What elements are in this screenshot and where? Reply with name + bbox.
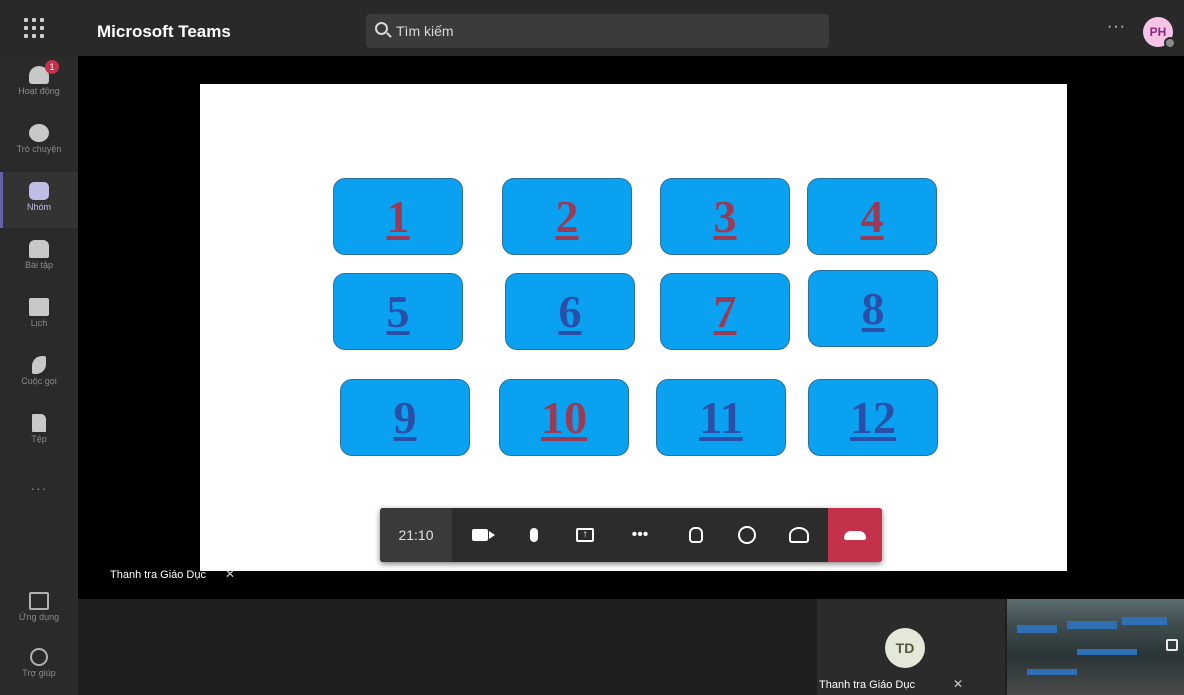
- shared-slide: 1 2 3 4 5 6 7 8 9 10 11 12: [200, 84, 1067, 571]
- teams-app: Microsoft Teams Tìm kiếm ··· PH 1 Hoạt đ…: [0, 0, 1184, 695]
- rail-item-calendar[interactable]: Lịch: [0, 288, 78, 344]
- self-video[interactable]: [1007, 599, 1184, 695]
- number-tile[interactable]: 8: [808, 270, 938, 347]
- mic-off-icon: ✕: [225, 567, 236, 581]
- number-tile[interactable]: 7: [660, 273, 790, 350]
- camera-icon: [472, 529, 495, 541]
- tile-number: 3: [713, 191, 737, 242]
- participants-icon: [789, 527, 809, 543]
- rail-item-label: Trò chuyện: [16, 144, 62, 154]
- rail-item-apps[interactable]: Ứng dụng: [0, 582, 78, 638]
- share-button[interactable]: ↑: [567, 508, 603, 562]
- tile-number: 9: [393, 392, 417, 443]
- video-content: [1122, 617, 1167, 625]
- tile-number: 2: [555, 191, 579, 242]
- tile-number: 10: [541, 392, 587, 443]
- file-icon: [32, 414, 46, 432]
- mic-off-icon: ✕: [953, 677, 964, 691]
- rail-item-activity[interactable]: 1 Hoạt động: [0, 56, 78, 112]
- tile-number: 1: [386, 191, 410, 242]
- participant-avatar: TD: [885, 628, 925, 668]
- number-tile[interactable]: 4: [807, 178, 937, 255]
- number-tile[interactable]: 1: [333, 178, 463, 255]
- app-title: Microsoft Teams: [97, 22, 231, 41]
- more-options-button[interactable]: ···: [1107, 18, 1126, 36]
- teams-icon: [29, 182, 49, 200]
- number-tile[interactable]: 9: [340, 379, 470, 456]
- rail-item-label: Tệp: [31, 434, 47, 444]
- rail-item-label: Cuộc gọi: [21, 376, 57, 386]
- more-apps-button[interactable]: ···: [0, 480, 78, 496]
- participant-tile[interactable]: TD Thanh tra Giáo Dục ✕: [817, 599, 1005, 695]
- rail-item-label: Trợ giúp: [22, 668, 56, 678]
- call-timer: 21:10: [380, 508, 452, 562]
- participant-name: Thanh tra Giáo Dục: [819, 679, 915, 691]
- top-bar: Microsoft Teams Tìm kiếm ··· PH: [0, 0, 1184, 56]
- rail-item-help[interactable]: Trợ giúp: [0, 638, 78, 694]
- tile-number: 5: [386, 286, 410, 337]
- tile-number: 12: [850, 392, 896, 443]
- phone-icon: [32, 356, 46, 374]
- share-screen-icon: ↑: [576, 528, 594, 542]
- microphone-icon: [530, 528, 538, 542]
- video-options-icon[interactable]: [1166, 639, 1178, 651]
- video-content: [1027, 669, 1077, 675]
- user-avatar[interactable]: PH: [1143, 17, 1176, 49]
- tile-number: 7: [713, 286, 737, 337]
- rail-item-label: Ứng dụng: [18, 612, 60, 622]
- search-input[interactable]: Tìm kiếm: [366, 14, 829, 48]
- presenter-name: Thanh tra Giáo Dục: [110, 569, 206, 581]
- number-tile[interactable]: 11: [656, 379, 786, 456]
- video-content: [1017, 625, 1057, 633]
- raise-hand-icon: [689, 527, 703, 543]
- assignments-icon: [29, 240, 49, 258]
- rail-item-teams[interactable]: Nhóm: [0, 172, 78, 228]
- more-icon: •••: [631, 526, 649, 543]
- number-tile[interactable]: 3: [660, 178, 790, 255]
- participants-button[interactable]: [781, 508, 817, 562]
- rail-item-label: Bài tập: [24, 260, 54, 270]
- rail-item-label: Lịch: [30, 318, 48, 328]
- rail-item-assignments[interactable]: Bài tập: [0, 230, 78, 286]
- chat-icon: [29, 124, 49, 142]
- tile-number: 6: [558, 286, 582, 337]
- rail-item-chat[interactable]: Trò chuyện: [0, 114, 78, 170]
- status-icon: [1164, 37, 1176, 49]
- tile-number: 4: [860, 191, 884, 242]
- rail-item-calls[interactable]: Cuộc gọi: [0, 346, 78, 402]
- number-tile[interactable]: 2: [502, 178, 632, 255]
- number-tile[interactable]: 12: [808, 379, 938, 456]
- app-launcher-icon[interactable]: [22, 16, 46, 40]
- rail-item-label: Hoạt động: [18, 86, 60, 96]
- number-tile[interactable]: 5: [333, 273, 463, 350]
- more-actions-button[interactable]: •••: [622, 508, 658, 562]
- participant-strip: TD Thanh tra Giáo Dục ✕: [78, 599, 1184, 695]
- search-placeholder: Tìm kiếm: [396, 23, 454, 39]
- video-content: [1077, 649, 1137, 655]
- chat-button[interactable]: [729, 508, 765, 562]
- apps-icon: [29, 592, 49, 610]
- hang-up-button[interactable]: [828, 508, 882, 562]
- tile-number: 8: [861, 283, 885, 334]
- avatar-initials: PH: [1149, 25, 1167, 39]
- calendar-icon: [29, 298, 49, 316]
- tile-number: 11: [699, 392, 743, 443]
- notification-badge: 1: [45, 60, 59, 74]
- app-bar: 1 Hoạt động Trò chuyện Nhóm Bài tập Lịch…: [0, 56, 78, 695]
- video-content: [1067, 621, 1117, 629]
- camera-button[interactable]: [462, 508, 498, 562]
- chat-icon: [738, 526, 756, 544]
- raise-hand-button[interactable]: [678, 508, 714, 562]
- rail-item-files[interactable]: Tệp: [0, 404, 78, 460]
- mic-button[interactable]: [516, 508, 552, 562]
- search-icon: [375, 22, 388, 35]
- number-tile[interactable]: 10: [499, 379, 629, 456]
- number-tile[interactable]: 6: [505, 273, 635, 350]
- hang-up-icon: [844, 530, 866, 540]
- help-icon: [30, 648, 48, 666]
- rail-item-label: Nhóm: [26, 202, 51, 212]
- call-controls: 21:10 ↑ •••: [380, 508, 882, 562]
